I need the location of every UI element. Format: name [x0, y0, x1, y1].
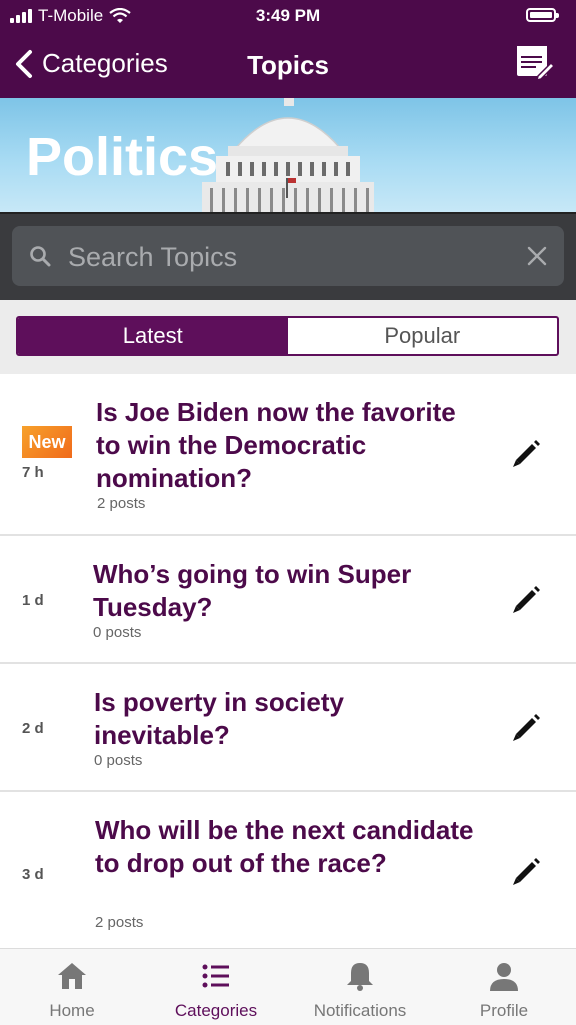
status-bar: T-Mobile 3:49 PM — [0, 0, 576, 32]
close-icon[interactable] — [526, 245, 548, 267]
topic-age: 3 d — [22, 866, 44, 883]
list-icon — [202, 964, 229, 988]
pencil-icon[interactable] — [510, 436, 544, 470]
pencil-icon[interactable] — [510, 854, 544, 888]
search-bar — [0, 212, 576, 302]
pencil-icon[interactable] — [510, 582, 544, 616]
home-icon — [58, 963, 86, 989]
topic-title[interactable]: Is poverty in society inevitable? — [94, 686, 474, 752]
tab-profile[interactable]: Profile — [432, 949, 576, 1025]
pencil-icon[interactable] — [510, 710, 544, 744]
tab-popular[interactable]: Popular — [288, 318, 558, 354]
topic-post-count: 0 posts — [94, 752, 143, 769]
clock: 3:49 PM — [255, 6, 321, 25]
search-input[interactable] — [66, 226, 510, 288]
topic-title[interactable]: Is Joe Biden now the favorite to win the… — [96, 396, 476, 495]
tab-notifications[interactable]: Notifications — [288, 949, 432, 1025]
topic-list: New 7 h Is Joe Biden now the favorite to… — [0, 374, 576, 950]
search-icon — [30, 246, 51, 267]
topic-post-count: 2 posts — [95, 914, 144, 931]
tab-profile-label: Profile — [479, 1001, 529, 1020]
topic-row[interactable]: 1 d Who’s going to win Super Tuesday? 0 … — [0, 536, 576, 664]
category-title: Politics — [26, 127, 219, 187]
battery-icon — [526, 8, 559, 22]
topic-row[interactable]: 3 d Who will be the next candidate to dr… — [0, 792, 576, 950]
tab-categories-label: Categories — [174, 1001, 258, 1020]
tab-notifications-label: Notifications — [313, 1001, 407, 1020]
sort-segmented-control: Latest Popular — [16, 316, 559, 356]
topic-title[interactable]: Who’s going to win Super Tuesday? — [93, 558, 473, 624]
top-bar: T-Mobile 3:49 PM Categories Topics — [0, 0, 576, 98]
person-icon — [490, 963, 518, 991]
topic-age: 2 d — [22, 720, 44, 737]
topic-row[interactable]: 2 d Is poverty in society inevitable? 0 … — [0, 664, 576, 792]
topic-post-count: 2 posts — [97, 495, 146, 512]
navigation-bar: Categories Topics — [0, 38, 576, 94]
tab-latest[interactable]: Latest — [18, 318, 288, 354]
capitol-dome-image — [202, 98, 374, 212]
compose-icon[interactable] — [514, 42, 554, 82]
bell-icon — [347, 963, 373, 991]
tab-home[interactable]: Home — [0, 949, 144, 1025]
page-title: Topics — [247, 50, 329, 80]
topic-post-count: 0 posts — [93, 624, 142, 641]
topic-row[interactable]: New 7 h Is Joe Biden now the favorite to… — [0, 374, 576, 536]
tab-bar: Home Categories Notifications Profile — [0, 948, 576, 1025]
tab-home-label: Home — [49, 1001, 95, 1020]
topic-age: 1 d — [22, 592, 44, 609]
search-field[interactable] — [12, 226, 564, 288]
sort-control-area: Latest Popular — [0, 300, 576, 374]
category-banner: Politics — [0, 98, 576, 212]
topic-age: 7 h — [22, 464, 44, 481]
topic-title[interactable]: Who will be the next candidate to drop o… — [95, 814, 475, 880]
new-badge: New — [22, 426, 72, 458]
tab-categories[interactable]: Categories — [144, 949, 288, 1025]
